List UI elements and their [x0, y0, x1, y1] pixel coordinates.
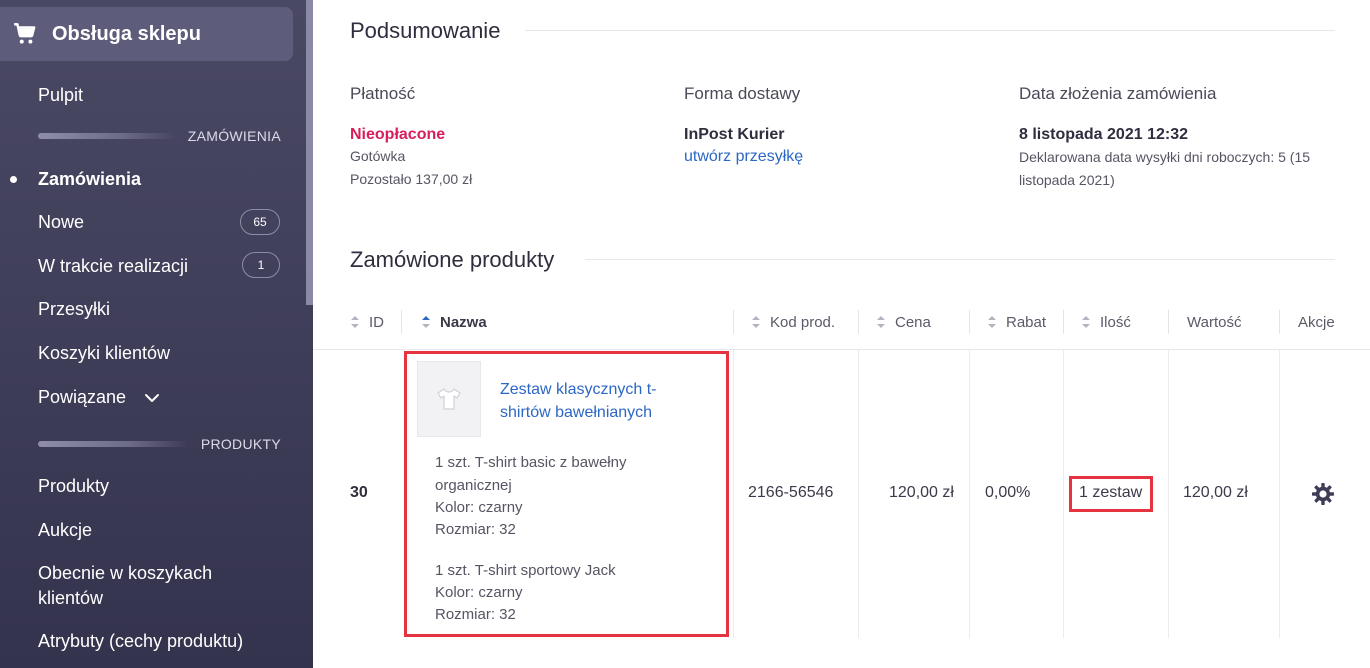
bundle-item1-line1: 1 szt. T-shirt basic z bawełny — [435, 454, 627, 471]
column-header-label: Nazwa — [440, 313, 487, 331]
sort-icon — [351, 316, 359, 328]
active-indicator — [10, 176, 17, 183]
cell-divider — [969, 350, 970, 638]
delivery-label: Forma dostawy — [684, 84, 801, 103]
gear-icon[interactable] — [1311, 482, 1335, 506]
bundle-item1-color: Kolor: czarny — [435, 499, 523, 516]
column-header-label: Rabat — [1006, 313, 1047, 331]
cell-divider — [733, 350, 734, 638]
sidebar-item-nowe[interactable]: Nowe — [38, 210, 84, 234]
column-divider — [401, 310, 402, 334]
column-header-discount[interactable]: Rabat — [987, 312, 1046, 332]
sidebar-section-zamowienia: ZAMÓWIENIA — [38, 127, 281, 145]
product-code: 2166-56546 — [748, 484, 834, 501]
cell-divider — [1279, 350, 1280, 638]
bundle-item1-size: Rozmiar: 32 — [435, 521, 516, 538]
bundle-item2-line1: 1 szt. T-shirt sportowy Jack — [435, 562, 616, 579]
order-date-value: 8 listopada 2021 12:32 — [1019, 126, 1188, 143]
section-title-summary: Podsumowanie — [350, 18, 501, 43]
cell-divider — [858, 350, 859, 638]
cell-divider — [1063, 350, 1064, 638]
product-name-line1: Zestaw klasycznych t- — [500, 381, 657, 398]
product-qty: 1 zestaw — [1079, 484, 1143, 501]
chevron-down-icon[interactable] — [144, 390, 160, 406]
bundle-item2-size: Rozmiar: 32 — [435, 606, 516, 623]
sort-icon — [752, 316, 760, 328]
column-header-label: Kod prod. — [770, 313, 836, 331]
column-header-label: Akcje — [1298, 313, 1335, 331]
column-divider — [969, 310, 970, 334]
title-divider — [585, 259, 1335, 260]
sidebar: Obsługa sklepu Pulpit ZAMÓWIENIA Zamówie… — [0, 0, 313, 668]
section-divider — [38, 133, 176, 139]
sidebar-item-obecnie-line1[interactable]: Obecnie w koszykach — [38, 561, 212, 585]
payment-method: Gotówka — [350, 148, 406, 164]
tshirt-icon — [437, 388, 461, 410]
column-divider — [1063, 310, 1064, 334]
declared-ship-line2: listopada 2021) — [1019, 172, 1115, 188]
payment-label: Płatność — [350, 84, 416, 103]
delivery-carrier: InPost Kurier — [684, 126, 785, 143]
product-value: 120,00 zł — [1183, 484, 1248, 501]
column-header-actions: Akcje — [1298, 312, 1335, 332]
count-badge-w-trakcie: 1 — [242, 252, 280, 278]
title-divider — [525, 30, 1335, 31]
sort-asc-icon — [422, 316, 430, 328]
sidebar-item-powiazane[interactable]: Powiązane — [38, 385, 126, 409]
declared-ship-line1: Deklarowana data wysyłki dni roboczych: … — [1019, 149, 1311, 165]
row-id: 30 — [350, 484, 368, 501]
sidebar-item-atrybuty[interactable]: Atrybuty (cechy produktu) — [38, 629, 243, 653]
create-shipment-link[interactable]: utwórz przesyłkę — [684, 148, 803, 166]
sidebar-section-produkty: PRODUKTY — [38, 435, 281, 453]
section-label: PRODUKTY — [200, 436, 281, 452]
section-label: ZAMÓWIENIA — [187, 128, 281, 144]
sidebar-header[interactable]: Obsługa sklepu — [0, 7, 293, 61]
sidebar-item-aukcje[interactable]: Aukcje — [38, 518, 92, 542]
column-header-label: ID — [369, 313, 384, 331]
column-header-value: Wartość — [1187, 312, 1241, 332]
section-divider — [38, 441, 189, 447]
column-header-label: Cena — [895, 313, 931, 331]
column-header-price[interactable]: Cena — [876, 312, 931, 332]
sidebar-item-obecnie-line2[interactable]: klientów — [38, 586, 103, 610]
cart-icon — [14, 23, 36, 44]
bundle-item2-color: Kolor: czarny — [435, 584, 523, 601]
product-name-line2: shirtów bawełnianych — [500, 404, 653, 421]
product-thumbnail[interactable] — [417, 361, 481, 437]
sidebar-item-w-trakcie[interactable]: W trakcie realizacji — [38, 254, 188, 278]
sidebar-item-przesylki[interactable]: Przesyłki — [38, 297, 110, 321]
column-divider — [1279, 310, 1280, 334]
count-badge-nowe: 65 — [240, 209, 280, 235]
sidebar-scrollbar[interactable] — [306, 0, 313, 305]
payment-remaining: Pozostało 137,00 zł — [350, 171, 473, 187]
column-header-label: Ilość — [1100, 313, 1131, 331]
bundle-item1-line2: organicznej — [435, 477, 512, 494]
order-date-label: Data złożenia zamówienia — [1019, 84, 1217, 103]
cell-divider — [1168, 350, 1169, 638]
product-discount: 0,00% — [985, 484, 1031, 501]
sort-icon — [988, 316, 996, 328]
payment-status: Nieopłacone — [350, 126, 446, 143]
column-header-name[interactable]: Nazwa — [421, 312, 487, 332]
sort-icon — [877, 316, 885, 328]
column-header-code[interactable]: Kod prod. — [751, 312, 835, 332]
column-header-qty[interactable]: Ilość — [1081, 312, 1131, 332]
sort-icon — [1082, 316, 1090, 328]
column-divider — [733, 310, 734, 334]
column-divider — [1168, 310, 1169, 334]
sidebar-title: Obsługa sklepu — [52, 22, 201, 45]
table-header-divider — [313, 349, 1370, 350]
sidebar-item-produkty[interactable]: Produkty — [38, 474, 109, 498]
section-title-products: Zamówione produkty — [350, 247, 555, 272]
sidebar-item-zamowienia[interactable]: Zamówienia — [38, 167, 141, 191]
column-divider — [858, 310, 859, 334]
column-header-id[interactable]: ID — [350, 312, 384, 332]
sidebar-item-pulpit[interactable]: Pulpit — [38, 83, 83, 107]
product-price: 120,00 zł — [889, 484, 954, 501]
product-name-link[interactable]: Zestaw klasycznych t- shirtów bawełniany… — [500, 378, 700, 424]
column-header-label: Wartość — [1187, 313, 1242, 331]
sidebar-item-koszyki[interactable]: Koszyki klientów — [38, 341, 170, 365]
